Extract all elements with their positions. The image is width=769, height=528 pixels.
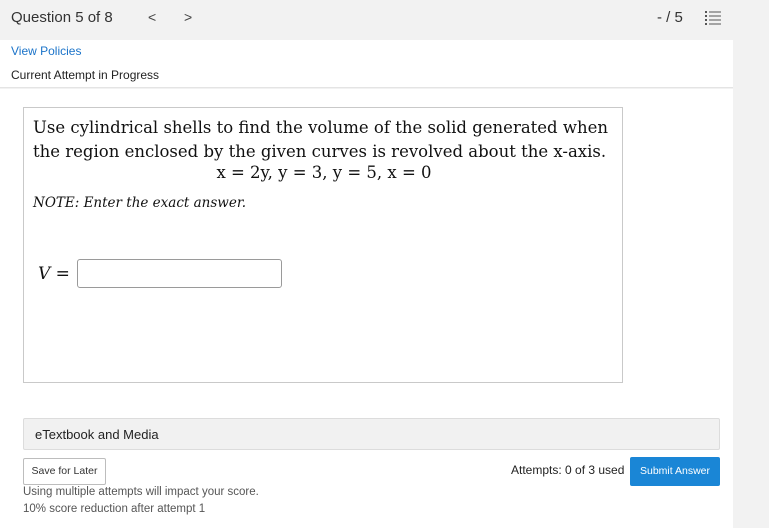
question-text: Use cylindrical shells to find the volum…	[33, 116, 613, 164]
etextbook-and-media-panel[interactable]: eTextbook and Media	[23, 418, 720, 450]
question-note: NOTE: Enter the exact answer.	[33, 195, 247, 211]
submit-answer-button[interactable]: Submit Answer	[630, 457, 720, 486]
attempt-status: Current Attempt in Progress	[11, 68, 160, 82]
attempts-counter: Attempts: 0 of 3 used	[511, 463, 625, 477]
question-panel: Use cylindrical shells to find the volum…	[0, 89, 733, 528]
question-equations: x = 2y, y = 3, y = 5, x = 0	[216, 163, 432, 182]
score-reduction-note: 10% score reduction after attempt 1	[23, 503, 206, 515]
score-display: - / 5	[657, 9, 683, 26]
question-line-2: the region enclosed by the given curves …	[33, 142, 607, 161]
save-for-later-button[interactable]: Save for Later	[23, 458, 106, 485]
next-question-button[interactable]: >	[184, 9, 192, 25]
question-line-1: Use cylindrical shells to find the volum…	[33, 118, 609, 137]
question-box: Use cylindrical shells to find the volum…	[23, 107, 623, 383]
etextbook-label: eTextbook and Media	[35, 427, 159, 442]
answer-label: V =	[38, 264, 70, 284]
list-icon[interactable]	[705, 10, 721, 26]
answer-input[interactable]	[77, 259, 282, 288]
question-counter: Question 5 of 8	[11, 9, 113, 26]
attempt-warning: Using multiple attempts will impact your…	[23, 486, 259, 498]
view-policies-link[interactable]: View Policies	[11, 44, 81, 58]
policy-header: View Policies Current Attempt in Progres…	[0, 40, 733, 88]
previous-question-button[interactable]: <	[148, 9, 156, 25]
top-bar: Question 5 of 8 < > - / 5	[0, 0, 769, 40]
